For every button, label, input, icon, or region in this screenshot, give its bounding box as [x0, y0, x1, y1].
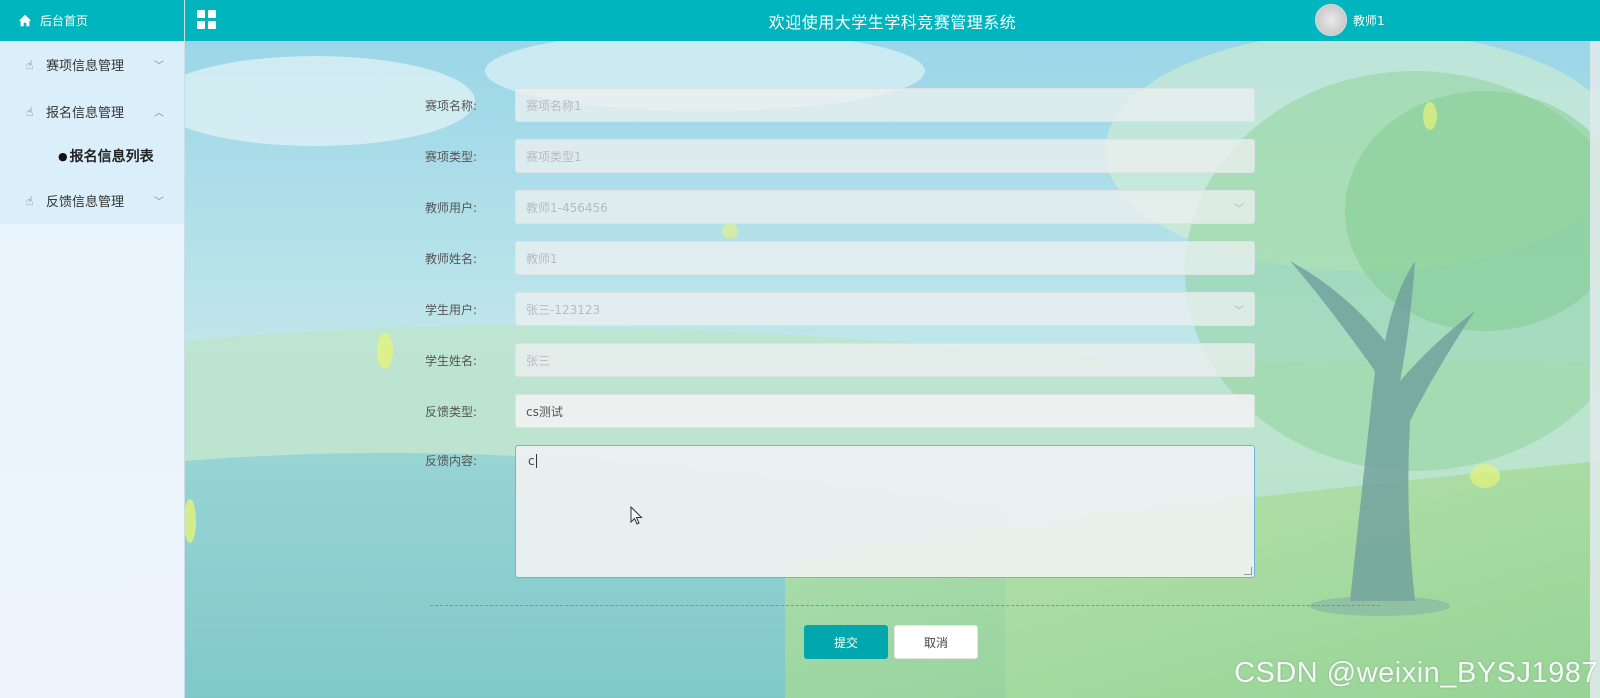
- app-title: 欢迎使用大学生学科竞赛管理系统: [768, 12, 1017, 32]
- field-value: 张三-123123: [526, 302, 601, 317]
- form-row-teacher-name: 教师姓名: 教师1: [425, 241, 1255, 275]
- form-row-student-name: 学生姓名: 张三: [425, 343, 1255, 377]
- sidebar-item-feedback[interactable]: ☝ 反馈信息管理 ﹀: [0, 177, 184, 224]
- form-row-feedback-content: 反馈内容: c: [425, 445, 1255, 578]
- chevron-up-icon: ︿: [154, 108, 164, 119]
- main-content: 赛项名称: 赛项名称1 赛项类型: 赛项类型1 教师用户: 教师1-456456…: [185, 41, 1600, 698]
- form-label: 教师姓名:: [425, 251, 478, 266]
- form-row-feedback-type: 反馈类型: cs测试: [425, 394, 1255, 428]
- chevron-down-icon: ﹀: [154, 197, 164, 208]
- form-label: 教师用户:: [425, 200, 478, 215]
- form-label: 赛项类型:: [425, 149, 478, 164]
- sidebar: 后台首页 ☝ 赛项信息管理 ﹀ ☝ 报名信息管理 ︿ ● 报名信息列表 ☝ 反馈…: [0, 0, 185, 698]
- competition-name-field: 赛项名称1: [515, 88, 1255, 122]
- field-value: 赛项类型1: [526, 149, 582, 164]
- teacher-user-select: 教师1-456456 ﹀: [515, 190, 1255, 224]
- field-value: c: [528, 454, 535, 468]
- sidebar-home-label: 后台首页: [40, 14, 89, 28]
- mouse-cursor-icon: [630, 506, 643, 525]
- submit-button[interactable]: 提交: [804, 625, 888, 659]
- sidebar-subitem-registration-list[interactable]: ● 报名信息列表: [0, 135, 184, 177]
- feedback-form: 赛项名称: 赛项名称1 赛项类型: 赛项类型1 教师用户: 教师1-456456…: [185, 41, 1600, 698]
- field-value: 教师1-456456: [526, 200, 608, 215]
- field-value: 教师1: [526, 251, 558, 266]
- feedback-type-input[interactable]: cs测试: [515, 394, 1255, 428]
- chevron-down-icon: ﹀: [1234, 305, 1244, 317]
- field-value: 赛项名称1: [526, 98, 582, 113]
- hand-pointer-icon: ☝: [26, 193, 34, 208]
- sidebar-item-registration[interactable]: ☝ 报名信息管理 ︿: [0, 88, 184, 135]
- hand-pointer-icon: ☝: [26, 104, 34, 119]
- form-label: 学生用户:: [425, 302, 478, 317]
- field-value: cs测试: [526, 404, 563, 419]
- sidebar-item-label: 报名信息管理: [46, 106, 125, 121]
- field-value: 张三: [526, 353, 551, 368]
- form-divider: [430, 605, 1380, 606]
- feedback-content-textarea[interactable]: c: [515, 445, 1255, 578]
- avatar: [1315, 4, 1347, 36]
- sidebar-item-label: 赛项信息管理: [46, 59, 125, 74]
- home-icon: [18, 14, 32, 26]
- sidebar-subitem-label: 报名信息列表: [69, 149, 154, 165]
- sidebar-home-link[interactable]: 后台首页: [0, 0, 184, 41]
- student-user-select: 张三-123123 ﹀: [515, 292, 1255, 326]
- user-menu[interactable]: 教师1: [1315, 4, 1385, 36]
- form-row-student-user: 学生用户: 张三-123123 ﹀: [425, 292, 1255, 326]
- sidebar-menu: ☝ 赛项信息管理 ﹀ ☝ 报名信息管理 ︿ ● 报名信息列表 ☝ 反馈信息管理 …: [0, 41, 184, 224]
- cancel-button[interactable]: 取消: [894, 625, 978, 659]
- chevron-down-icon: ﹀: [1234, 203, 1244, 215]
- teacher-name-field: 教师1: [515, 241, 1255, 275]
- form-row-competition-type: 赛项类型: 赛项类型1: [425, 139, 1255, 173]
- form-label: 赛项名称:: [425, 98, 478, 113]
- competition-type-field: 赛项类型1: [515, 139, 1255, 173]
- watermark: CSDN @weixin_BYSJ1987: [1234, 657, 1598, 689]
- sidebar-item-competition[interactable]: ☝ 赛项信息管理 ﹀: [0, 41, 184, 88]
- hand-pointer-icon: ☝: [26, 57, 34, 72]
- form-row-teacher-user: 教师用户: 教师1-456456 ﹀: [425, 190, 1255, 224]
- chevron-down-icon: ﹀: [154, 61, 164, 72]
- student-name-field: 张三: [515, 343, 1255, 377]
- form-row-competition-name: 赛项名称: 赛项名称1: [425, 88, 1255, 122]
- sidebar-item-label: 反馈信息管理: [46, 195, 125, 210]
- form-label: 反馈内容:: [425, 454, 478, 468]
- form-label: 学生姓名:: [425, 353, 478, 368]
- resize-handle-icon[interactable]: [1244, 567, 1252, 575]
- location-pin-icon: ●: [58, 149, 68, 163]
- form-label: 反馈类型:: [425, 404, 478, 419]
- text-caret: [535, 454, 537, 468]
- top-bar: 欢迎使用大学生学科竞赛管理系统 教师1: [185, 0, 1600, 41]
- user-name: 教师1: [1353, 13, 1385, 28]
